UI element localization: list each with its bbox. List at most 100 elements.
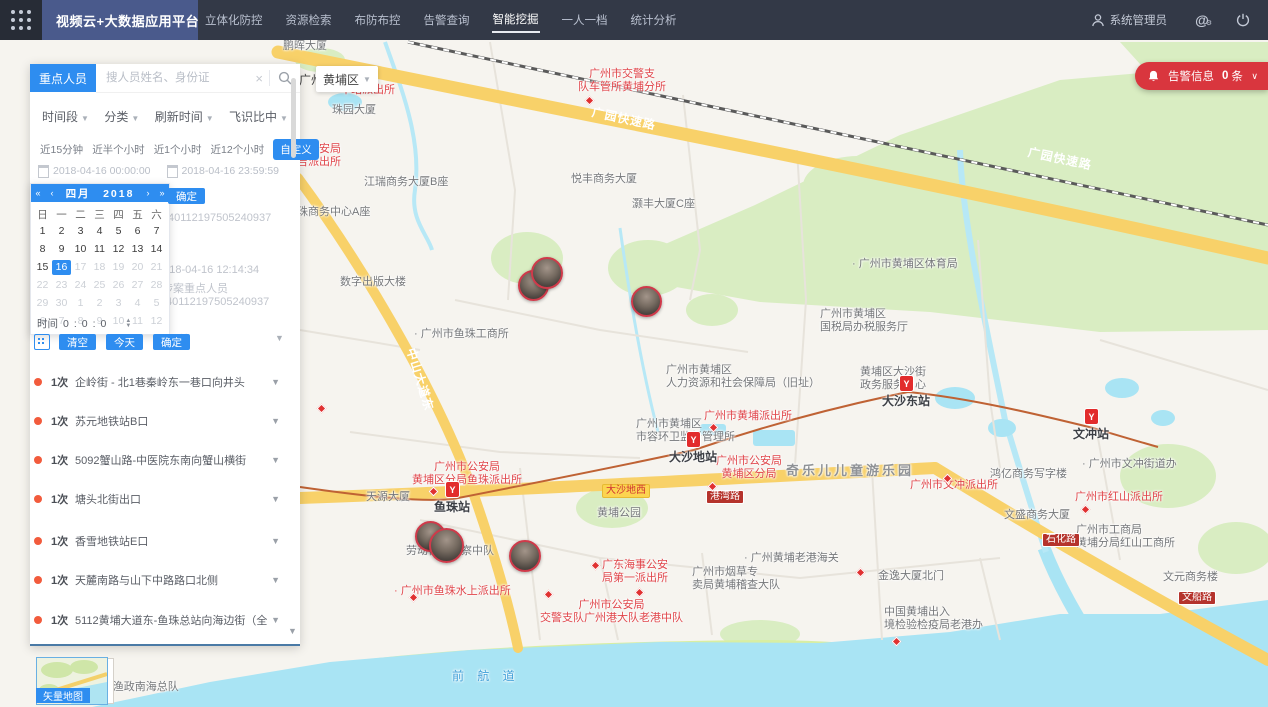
clear-button[interactable]: 清空 (59, 334, 96, 350)
date-to[interactable]: 2018-04-16 23:59:59 (182, 165, 280, 177)
calendar-day[interactable]: 18 (90, 260, 109, 275)
calendar-day[interactable]: 4 (90, 224, 109, 239)
calendar-day[interactable]: 7 (147, 224, 166, 239)
search-icon[interactable] (278, 71, 292, 85)
person-avatar[interactable] (429, 528, 464, 563)
hour-value[interactable]: 0 (63, 318, 69, 330)
alert-banner[interactable]: 告警信息 0 条 ∨ (1135, 62, 1268, 90)
calendar-day[interactable]: 5 (109, 224, 128, 239)
calendar-day[interactable]: 21 (147, 260, 166, 275)
list-item[interactable]: 1次苏元地铁站B口▼ (34, 409, 280, 433)
calendar-day[interactable]: 23 (52, 278, 71, 293)
calendar-day[interactable]: 12 (109, 242, 128, 257)
filter-dropdown-4[interactable]: 飞识比中▼ (229, 108, 288, 125)
clear-icon[interactable]: × (255, 71, 263, 86)
account-security-icon[interactable]: @⚙ (1195, 12, 1212, 28)
confirm-button-top[interactable]: 确定 (168, 188, 205, 204)
today-button[interactable]: 今天 (106, 334, 143, 350)
quick-range-3[interactable]: 近1个小时 (154, 142, 202, 157)
calendar-day[interactable]: 25 (90, 278, 109, 293)
person-avatar[interactable] (531, 257, 563, 289)
nav-item-4[interactable]: 告警查询 (423, 8, 471, 32)
list-item[interactable]: 1次5092蟹山路-中医院东南向蟹山横街▼ (34, 448, 280, 472)
calendar-day[interactable]: 14 (147, 242, 166, 257)
calendar-day[interactable]: 6 (128, 224, 147, 239)
calendar-grid-icon[interactable] (34, 334, 50, 350)
calendar-day[interactable]: 19 (109, 260, 128, 275)
calendar-day[interactable]: 26 (109, 278, 128, 293)
chevron-down-icon[interactable]: ▼ (271, 377, 280, 387)
apps-grid-icon[interactable] (0, 0, 42, 40)
chevron-down-icon[interactable]: ▼ (271, 416, 280, 426)
list-item[interactable]: 1次天麓南路与山下中路路口北侧▼ (34, 568, 280, 592)
calendar-day[interactable]: 5 (147, 296, 166, 311)
calendar-day[interactable]: 3 (71, 224, 90, 239)
minimap-type-badge[interactable]: 矢量地图 (36, 688, 90, 703)
calendar-day[interactable]: 29 (33, 296, 52, 311)
calendar-day[interactable]: 12 (147, 314, 166, 329)
scroll-down-icon[interactable]: ▼ (288, 626, 297, 636)
time-stepper[interactable]: ▲▼ (125, 319, 131, 329)
list-item[interactable]: 1次企岭街 - 北1巷秦岭东一巷口向井头▼ (34, 370, 280, 394)
quick-range-2[interactable]: 近半个小时 (92, 142, 145, 157)
list-item[interactable]: 1次香雪地铁站E口▼ (34, 529, 280, 553)
user-icon[interactable] (1091, 13, 1105, 27)
nav-item-2[interactable]: 资源检索 (285, 8, 333, 32)
filter-dropdown-2[interactable]: 分类▼ (104, 108, 139, 125)
power-icon[interactable] (1236, 13, 1250, 27)
calendar-day[interactable]: 8 (33, 242, 52, 257)
nav-item-6[interactable]: 一人一档 (561, 8, 609, 32)
calendar-day[interactable]: 9 (52, 242, 71, 257)
nav-item-7[interactable]: 统计分析 (630, 8, 678, 32)
date-from[interactable]: 2018-04-16 00:00:00 (53, 165, 151, 177)
calendar-day[interactable]: 17 (71, 260, 90, 275)
calendar-day[interactable]: 11 (90, 242, 109, 257)
chevron-down-icon[interactable]: ▼ (271, 494, 280, 504)
nav-item-1[interactable]: 立体化防控 (204, 8, 264, 32)
person-avatar[interactable] (509, 540, 541, 572)
search-input[interactable] (104, 71, 249, 85)
calendar-day[interactable]: 10 (71, 242, 90, 257)
minute-value[interactable]: 0 (82, 318, 88, 330)
calendar-day[interactable]: 3 (109, 296, 128, 311)
second-value[interactable]: 0 (101, 318, 107, 330)
chevron-down-icon[interactable]: ▼ (271, 575, 280, 585)
person-avatar[interactable] (631, 286, 662, 317)
calendar-day[interactable]: 1 (33, 224, 52, 239)
prev-month-icon[interactable]: ‹ (45, 188, 59, 198)
nav-item-3[interactable]: 布防布控 (354, 8, 402, 32)
quick-range-1[interactable]: 近15分钟 (40, 142, 83, 157)
chevron-down-icon[interactable]: ▼ (271, 615, 280, 625)
list-item[interactable]: 1次5112黄埔大道东-鱼珠总站向海边街（全）▼ (34, 608, 280, 632)
panel-scrollbar[interactable] (291, 78, 296, 158)
chevron-down-icon[interactable]: ∨ (1251, 71, 1258, 82)
calendar-day[interactable]: 30 (52, 296, 71, 311)
chevron-down-icon[interactable]: ▼ (271, 536, 280, 546)
calendar-day[interactable]: 22 (33, 278, 52, 293)
ok-button[interactable]: 确定 (153, 334, 190, 350)
district-dropdown[interactable]: 黄埔区▼ (316, 66, 378, 92)
current-user[interactable]: 系统管理员 (1110, 12, 1168, 28)
next-year-icon[interactable]: » (155, 188, 169, 198)
tab-key-person[interactable]: 重点人员 (30, 64, 96, 92)
quick-range-4[interactable]: 近12个小时 (211, 142, 265, 157)
filter-dropdown-3[interactable]: 刷新时间▼ (155, 108, 214, 125)
calendar-day[interactable]: 1 (71, 296, 90, 311)
calendar-day[interactable]: 2 (52, 224, 71, 239)
next-month-icon[interactable]: › (141, 188, 155, 198)
calendar-day[interactable]: 4 (128, 296, 147, 311)
calendar-day[interactable]: 15 (33, 260, 52, 275)
calendar-day[interactable]: 24 (71, 278, 90, 293)
calendar-day[interactable]: 20 (128, 260, 147, 275)
list-item[interactable]: 1次塘头北街出口▼ (34, 487, 280, 511)
calendar-day[interactable]: 13 (128, 242, 147, 257)
nav-item-5[interactable]: 智能挖掘 (492, 7, 540, 33)
calendar-day[interactable]: 16 (52, 260, 71, 275)
calendar-day[interactable]: 2 (90, 296, 109, 311)
calendar-day[interactable]: 27 (128, 278, 147, 293)
chevron-down-icon[interactable]: ▼ (271, 455, 280, 465)
prev-year-icon[interactable]: « (31, 188, 45, 198)
filter-dropdown-1[interactable]: 时间段▼ (42, 108, 89, 125)
calendar-day[interactable]: 28 (147, 278, 166, 293)
chevron-down-icon[interactable]: ▼ (275, 333, 284, 343)
